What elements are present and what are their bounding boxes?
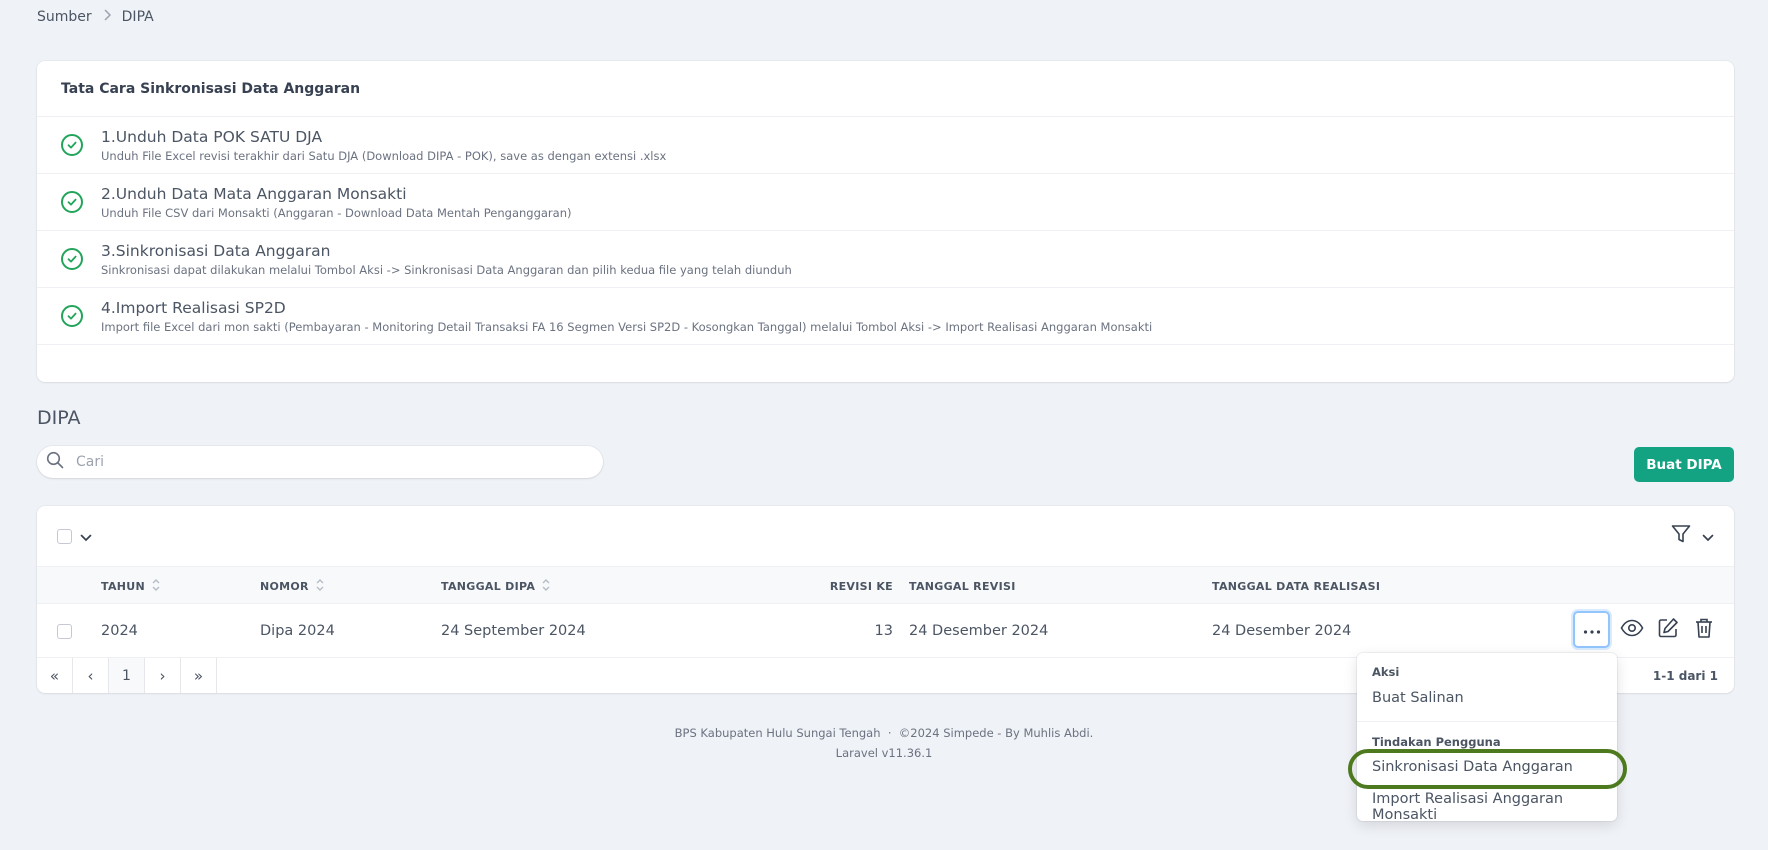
- check-circle-icon: [61, 191, 83, 213]
- last-page-button[interactable]: »: [181, 658, 217, 693]
- column-label: TANGGAL REVISI: [909, 579, 1016, 593]
- view-button[interactable]: [1618, 616, 1646, 644]
- cell-revisi-ke: 13: [874, 623, 893, 639]
- menu-item-buat-salinan[interactable]: Buat Salinan: [1357, 690, 1464, 706]
- result-count: 1-1 dari 1: [1652, 668, 1718, 683]
- menu-group-label: Tindakan Pengguna: [1372, 735, 1501, 749]
- step-item: 2.Unduh Data Mata Anggaran Monsakti Undu…: [37, 174, 1734, 231]
- edit-icon: [1657, 617, 1679, 643]
- menu-divider: [1357, 721, 1617, 722]
- table-toolbar: [37, 506, 1734, 566]
- menu-group-label: Aksi: [1372, 665, 1400, 679]
- card-title: Tata Cara Sinkronisasi Data Anggaran: [37, 61, 1734, 117]
- menu-item-sinkronisasi-data-anggaran[interactable]: Sinkronisasi Data Anggaran: [1357, 759, 1573, 775]
- column-label: TAHUN: [101, 579, 146, 593]
- step-title: 4.Import Realisasi SP2D: [101, 298, 286, 317]
- step-item: 4.Import Realisasi SP2D Import file Exce…: [37, 288, 1734, 345]
- cell-tanggal-revisi: 24 Desember 2024: [909, 623, 1049, 639]
- column-header-tanggal-data-realisasi: TANGGAL DATA REALISASI: [1212, 567, 1380, 605]
- create-dipa-button[interactable]: Buat DIPA: [1634, 447, 1734, 482]
- row-select[interactable]: [57, 604, 72, 658]
- select-all-checkbox[interactable]: [57, 528, 72, 544]
- table-row[interactable]: 2024 Dipa 2024 24 September 2024 13 24 D…: [37, 604, 1734, 658]
- column-label: TANGGAL DATA REALISASI: [1212, 579, 1381, 593]
- step-description: Unduh File Excel revisi terakhir dari Sa…: [101, 148, 667, 163]
- section-title: DIPA: [37, 407, 81, 429]
- row-actions: [1573, 611, 1718, 648]
- first-page-button[interactable]: «: [37, 658, 73, 693]
- column-header-tanggal-dipa[interactable]: TANGGAL DIPA: [441, 567, 551, 605]
- column-label: REVISI KE: [829, 579, 893, 593]
- actions-dropdown-menu: Aksi Buat Salinan Tindakan Pengguna Sink…: [1357, 653, 1617, 823]
- select-all-control[interactable]: [57, 527, 92, 546]
- step-title: 3.Sinkronisasi Data Anggaran: [101, 241, 331, 260]
- step-description: Import file Excel dari mon sakti (Pembay…: [101, 319, 1153, 334]
- step-title: 1.Unduh Data POK SATU DJA: [101, 127, 323, 146]
- page-number-button[interactable]: 1: [109, 658, 145, 693]
- check-circle-icon: [61, 248, 83, 270]
- row-checkbox[interactable]: [57, 623, 72, 639]
- more-actions-button[interactable]: [1573, 611, 1610, 648]
- search-input[interactable]: [76, 454, 556, 470]
- prev-page-button[interactable]: ‹: [73, 658, 109, 693]
- breadcrumb-root[interactable]: Sumber: [37, 9, 92, 25]
- cell-tanggal-dipa: 24 September 2024: [441, 623, 586, 639]
- menu-item-import-realisasi[interactable]: Import Realisasi Anggaran Monsakti: [1357, 791, 1617, 823]
- search-box[interactable]: [37, 446, 603, 478]
- sort-icon[interactable]: [541, 577, 551, 596]
- column-header-revisi-ke: REVISI KE: [737, 567, 893, 605]
- step-title: 2.Unduh Data Mata Anggaran Monsakti: [101, 184, 407, 203]
- breadcrumb: Sumber DIPA: [37, 9, 154, 25]
- eye-icon: [1620, 619, 1644, 641]
- delete-button[interactable]: [1690, 616, 1718, 644]
- edit-button[interactable]: [1654, 616, 1682, 644]
- breadcrumb-current: DIPA: [121, 9, 154, 25]
- column-label: NOMOR: [260, 579, 309, 593]
- step-item: 3.Sinkronisasi Data Anggaran Sinkronisas…: [37, 231, 1734, 288]
- cell-nomor: Dipa 2024: [260, 623, 335, 639]
- table-header: TAHUN NOMOR TANGGAL DIPA REVISI KE TANGG…: [37, 566, 1734, 604]
- next-page-button[interactable]: ›: [145, 658, 181, 693]
- cell-tanggal-data-realisasi: 24 Desember 2024: [1212, 623, 1352, 639]
- sort-icon[interactable]: [151, 577, 161, 596]
- search-icon: [46, 451, 64, 473]
- filter-control[interactable]: [1670, 523, 1714, 549]
- step-description: Unduh File CSV dari Monsakti (Anggaran -…: [101, 205, 572, 220]
- column-label: TANGGAL DIPA: [441, 579, 536, 593]
- column-header-tahun[interactable]: TAHUN: [101, 567, 161, 605]
- column-header-nomor[interactable]: NOMOR: [260, 567, 325, 605]
- check-circle-icon: [61, 134, 83, 156]
- chevron-down-icon[interactable]: [1702, 527, 1714, 546]
- trash-icon: [1694, 617, 1714, 643]
- check-circle-icon: [61, 305, 83, 327]
- step-description: Sinkronisasi dapat dilakukan melalui Tom…: [101, 262, 792, 277]
- ellipsis-icon: [1583, 622, 1601, 638]
- column-header-tanggal-revisi: TANGGAL REVISI: [909, 567, 1016, 605]
- sort-icon[interactable]: [315, 577, 325, 596]
- cell-tahun: 2024: [101, 623, 138, 639]
- sync-instructions-card: Tata Cara Sinkronisasi Data Anggaran 1.U…: [37, 61, 1734, 382]
- chevron-down-icon[interactable]: [80, 527, 92, 546]
- step-item: 1.Unduh Data POK SATU DJA Unduh File Exc…: [37, 117, 1734, 174]
- chevron-right-icon: [102, 9, 112, 25]
- filter-icon[interactable]: [1670, 523, 1692, 549]
